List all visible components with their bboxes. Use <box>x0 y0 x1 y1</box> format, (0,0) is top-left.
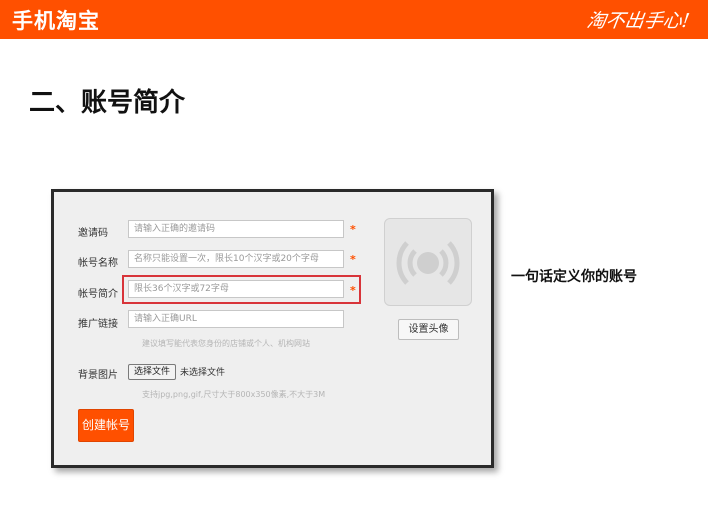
account-name-input[interactable]: 名称只能设置一次，限长10个汉字或20个字母 <box>128 250 344 268</box>
promo-link-hint: 建议填写能代表您身份的店铺或个人、机构网站 <box>142 339 310 348</box>
account-name-label: 帐号名称 <box>78 258 118 269</box>
promo-link-label: 推广链接 <box>78 319 118 330</box>
top-banner: 手机淘宝 淘不出手心! <box>0 0 708 39</box>
create-account-button[interactable]: 创建帐号 <box>78 409 134 442</box>
invite-code-label: 邀请码 <box>78 228 108 239</box>
name-required-mark: * <box>350 253 356 266</box>
set-avatar-button[interactable]: 设置头像 <box>398 319 459 340</box>
choose-file-button[interactable]: 选择文件 <box>128 364 176 380</box>
invite-required-mark: * <box>350 223 356 236</box>
invite-code-input[interactable]: 请输入正确的邀请码 <box>128 220 344 238</box>
no-file-text: 未选择文件 <box>180 368 226 378</box>
form-screenshot: 邀请码 请输入正确的邀请码 * 帐号名称 名称只能设置一次，限长10个汉字或20… <box>51 189 494 468</box>
avatar-placeholder <box>384 218 472 306</box>
caption-text: 一句话定义你的账号 <box>511 269 637 285</box>
account-intro-label: 帐号简介 <box>78 289 118 300</box>
section-heading: 二、账号简介 <box>29 88 186 118</box>
brand-logo-text: 手机淘宝 <box>12 9 100 33</box>
background-hint: 支持jpg,png,gif,尺寸大于800x350像素,不大于3M <box>142 390 326 399</box>
intro-highlight-box <box>122 275 361 304</box>
slogan-text: 淘不出手心! <box>585 10 692 32</box>
promo-link-input[interactable]: 请输入正确URL <box>128 310 344 328</box>
background-image-label: 背景图片 <box>78 370 118 381</box>
broadcast-icon <box>396 241 460 285</box>
